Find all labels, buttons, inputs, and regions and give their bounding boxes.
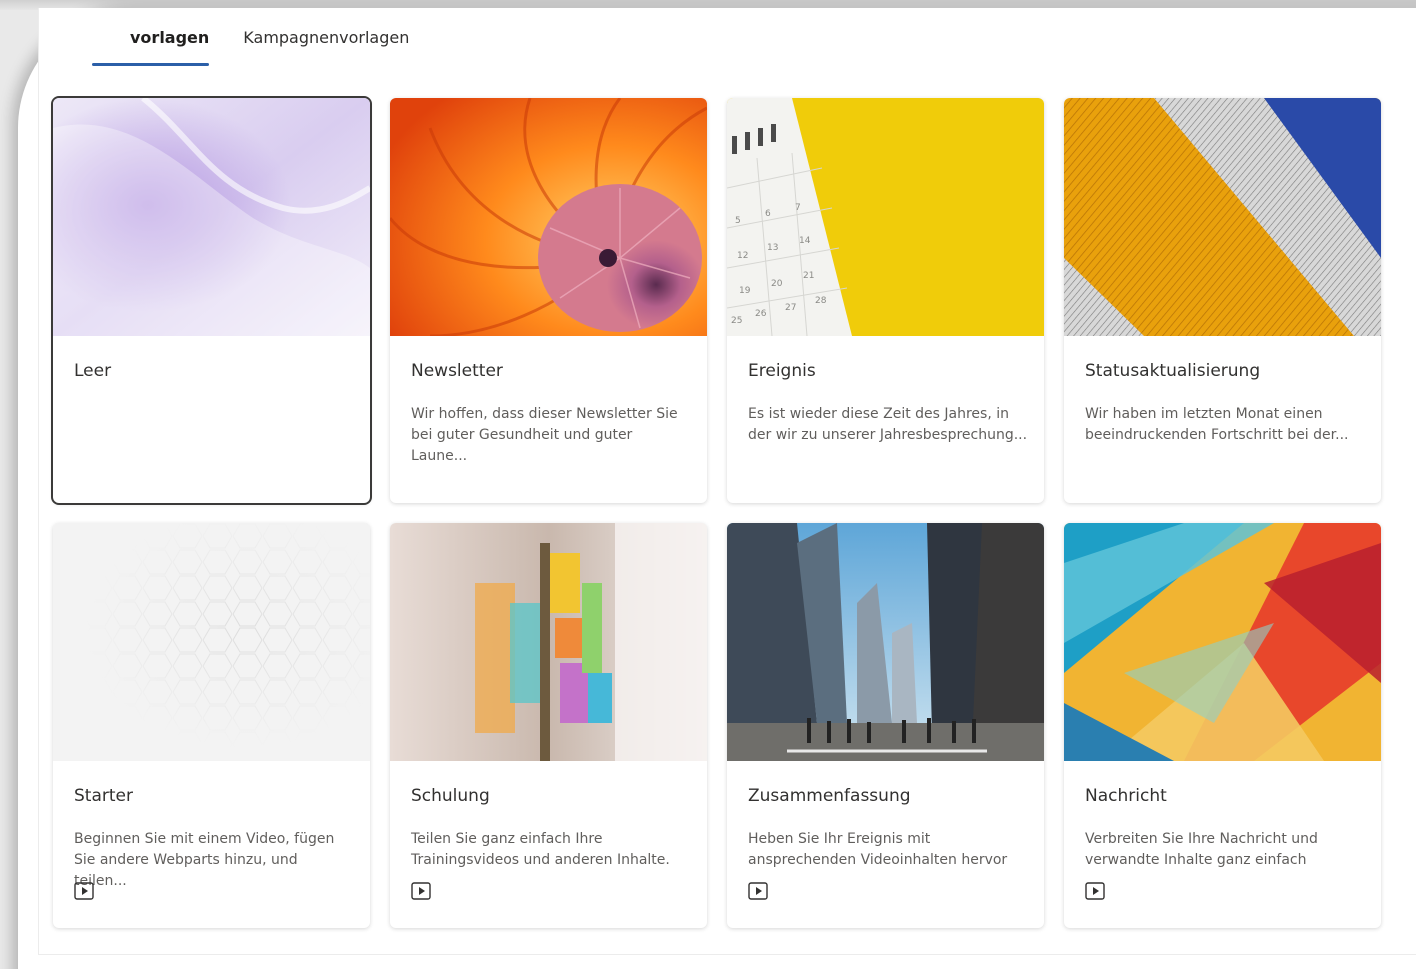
template-description: Es ist wieder diese Zeit des Jahres, in … xyxy=(748,406,1028,443)
tab-vorlagen[interactable]: vorlagen xyxy=(91,20,210,66)
template-card-zusammenfassung[interactable]: Zusammenfassung Heben Sie Ihr Ereignis m… xyxy=(727,523,1044,928)
template-description: Teilen Sie ganz einfach Ihre Trainingsvi… xyxy=(411,831,670,868)
video-icon xyxy=(748,882,768,900)
thumbnail-hexagon-pattern xyxy=(53,523,370,761)
template-card-leer[interactable]: Leer xyxy=(53,98,370,503)
video-icon xyxy=(411,882,431,900)
thumbnail-orange-stripes xyxy=(1064,98,1381,336)
template-description: Verbreiten Sie Ihre Nachricht und verwan… xyxy=(1085,831,1318,868)
svg-text:27: 27 xyxy=(785,303,796,313)
template-title: Leer xyxy=(74,361,112,381)
video-icon xyxy=(1085,882,1105,900)
svg-text:19: 19 xyxy=(739,286,751,296)
thumbnail-colorful-triangles xyxy=(1064,523,1381,761)
template-title: Ereignis xyxy=(748,361,816,381)
template-card-ereignis[interactable]: 5 6 7 12 13 14 19 20 21 25 26 27 28 Ereignis Es i… xyxy=(727,98,1044,503)
svg-text:28: 28 xyxy=(815,296,827,306)
thumbnail-sticky-notes xyxy=(390,523,707,761)
video-icon xyxy=(74,882,94,900)
template-card-newsletter[interactable]: Newsletter Wir hoffen, dass dieser Newsl… xyxy=(390,98,707,503)
template-title: Starter xyxy=(74,786,133,806)
svg-text:21: 21 xyxy=(803,271,814,281)
svg-text:26: 26 xyxy=(755,309,767,319)
svg-text:6: 6 xyxy=(765,209,771,219)
template-title: Statusaktualisierung xyxy=(1085,361,1261,381)
template-title: Zusammenfassung xyxy=(748,786,911,806)
svg-text:25: 25 xyxy=(731,316,742,326)
svg-text:14: 14 xyxy=(799,236,811,246)
template-grid: Leer Newsletter Wir hoffen, dass dieser … xyxy=(53,98,1381,928)
template-description: Wir haben im letzten Monat einen beeindr… xyxy=(1085,406,1349,443)
thumbnail-lavender-wave xyxy=(53,98,370,336)
template-title: Nachricht xyxy=(1085,786,1167,806)
template-tabs: vorlagen Kampagnenvorlagen xyxy=(52,20,409,68)
tab-kampagnenvorlagen[interactable]: Kampagnenvorlagen xyxy=(243,20,409,66)
svg-text:20: 20 xyxy=(771,279,783,289)
template-card-starter[interactable]: Starter Beginnen Sie mit einem Video, fü… xyxy=(53,523,370,928)
thumbnail-calendar-yellow: 5 6 7 12 13 14 19 20 21 25 26 27 28 xyxy=(727,98,1044,336)
svg-text:7: 7 xyxy=(795,203,801,213)
template-description: Beginnen Sie mit einem Video, fügen Sie … xyxy=(74,831,335,889)
template-description: Wir hoffen, dass dieser Newsletter Sie b… xyxy=(411,406,678,464)
template-description: Heben Sie Ihr Ereignis mit ansprechenden… xyxy=(748,831,1008,868)
svg-text:12: 12 xyxy=(737,251,748,261)
thumbnail-city-street xyxy=(727,523,1044,761)
template-title: Newsletter xyxy=(411,361,503,381)
template-card-nachricht[interactable]: Nachricht Verbreiten Sie Ihre Nachricht … xyxy=(1064,523,1381,928)
template-card-statusaktualisierung[interactable]: Statusaktualisierung Wir haben im letzte… xyxy=(1064,98,1381,503)
svg-text:5: 5 xyxy=(735,216,741,226)
svg-text:13: 13 xyxy=(767,243,778,253)
template-card-schulung[interactable]: Schulung Teilen Sie ganz einfach Ihre Tr… xyxy=(390,523,707,928)
template-title: Schulung xyxy=(411,786,490,806)
thumbnail-nautilus-shell xyxy=(390,98,707,336)
